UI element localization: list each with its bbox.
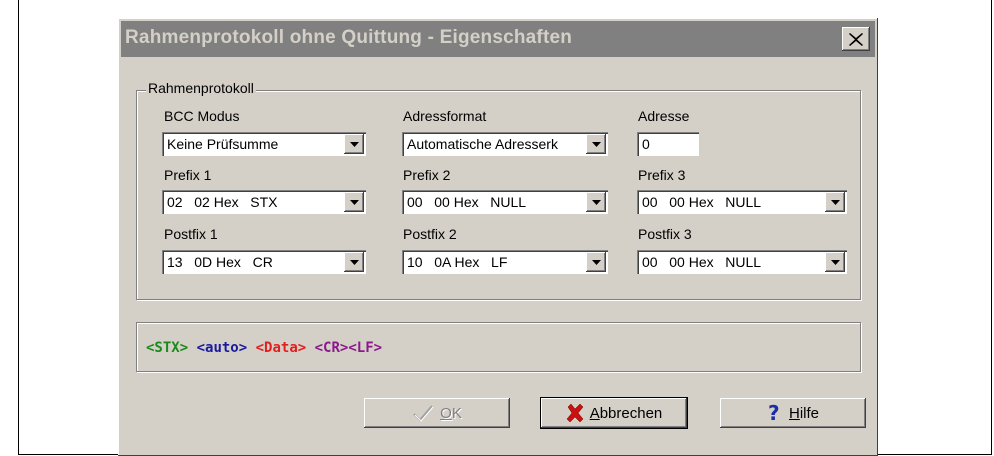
postfix2-value: 10 0A Hex LF: [407, 254, 508, 270]
bcc-mode-label: BCC Modus: [164, 108, 240, 124]
postfix3-value: 00 00 Hex NULL: [642, 254, 762, 270]
prefix2-value: 00 00 Hex NULL: [407, 194, 527, 210]
postfix3-select[interactable]: 00 00 Hex NULL: [637, 250, 847, 274]
address-format-select[interactable]: Automatische Adresserk: [402, 132, 608, 156]
address-value: 0: [642, 136, 650, 152]
postfix3-label: Postfix 3: [638, 226, 692, 242]
postfix2-select[interactable]: 10 0A Hex LF: [402, 250, 608, 274]
postfix2-label: Postfix 2: [403, 226, 457, 242]
address-label: Adresse: [638, 108, 690, 124]
close-button[interactable]: [842, 27, 870, 51]
svg-text:?: ?: [768, 403, 780, 423]
red-x-icon: [566, 404, 584, 422]
dropdown-arrow-icon[interactable]: [586, 134, 606, 154]
preview-stx: <STX>: [146, 340, 189, 356]
prefix3-select[interactable]: 00 00 Hex NULL: [637, 190, 847, 214]
prefix1-label: Prefix 1: [164, 167, 212, 183]
ok-label: OK: [440, 404, 462, 422]
preview-auto: <auto>: [196, 340, 248, 356]
bcc-mode-select[interactable]: Keine Prüfsumme: [162, 132, 366, 156]
postfix1-select[interactable]: 13 0D Hex CR: [162, 250, 366, 274]
title-bar[interactable]: Rahmenprotokoll ohne Quittung - Eigensch…: [121, 21, 875, 57]
prefix1-select[interactable]: 02 02 Hex STX: [162, 190, 366, 214]
check-icon: [413, 405, 434, 422]
ok-button[interactable]: OK: [364, 398, 510, 428]
frame-preview-box: <STX> <auto> <Data> <CR><LF>: [136, 322, 861, 372]
prefix3-label: Prefix 3: [638, 167, 686, 183]
dropdown-arrow-icon[interactable]: [825, 252, 845, 272]
postfix1-value: 13 0D Hex CR: [167, 254, 273, 270]
address-format-value: Automatische Adresserk: [407, 136, 558, 152]
frame-preview-text: <STX> <auto> <Data> <CR><LF>: [146, 340, 382, 356]
address-format-label: Adressformat: [403, 108, 487, 124]
help-button[interactable]: ? Hilfe: [720, 398, 866, 428]
postfix1-label: Postfix 1: [164, 226, 218, 242]
preview-data: <Data>: [255, 340, 307, 356]
address-input[interactable]: 0: [637, 132, 699, 156]
dropdown-arrow-icon[interactable]: [586, 252, 606, 272]
dropdown-arrow-icon[interactable]: [586, 192, 606, 212]
cancel-label: Abbrechen: [589, 404, 663, 422]
dropdown-arrow-icon[interactable]: [344, 252, 364, 272]
prefix2-label: Prefix 2: [403, 167, 451, 183]
preview-crlf: <CR><LF>: [314, 340, 383, 356]
properties-dialog: Rahmenprotokoll ohne Quittung - Eigensch…: [118, 18, 878, 456]
dropdown-arrow-icon[interactable]: [344, 192, 364, 212]
group-legend: Rahmenprotokoll: [146, 80, 256, 96]
bcc-mode-value: Keine Prüfsumme: [167, 136, 279, 152]
dialog-title: Rahmenprotokoll ohne Quittung - Eigensch…: [125, 27, 573, 48]
dropdown-arrow-icon[interactable]: [344, 134, 364, 154]
prefix1-value: 02 02 Hex STX: [167, 194, 278, 210]
question-mark-icon: ?: [768, 403, 780, 423]
dropdown-arrow-icon[interactable]: [825, 192, 845, 212]
cancel-button[interactable]: Abbrechen: [541, 398, 687, 428]
prefix2-select[interactable]: 00 00 Hex NULL: [402, 190, 608, 214]
help-label: Hilfe: [788, 404, 820, 422]
close-icon: [849, 32, 863, 46]
prefix3-value: 00 00 Hex NULL: [642, 194, 762, 210]
